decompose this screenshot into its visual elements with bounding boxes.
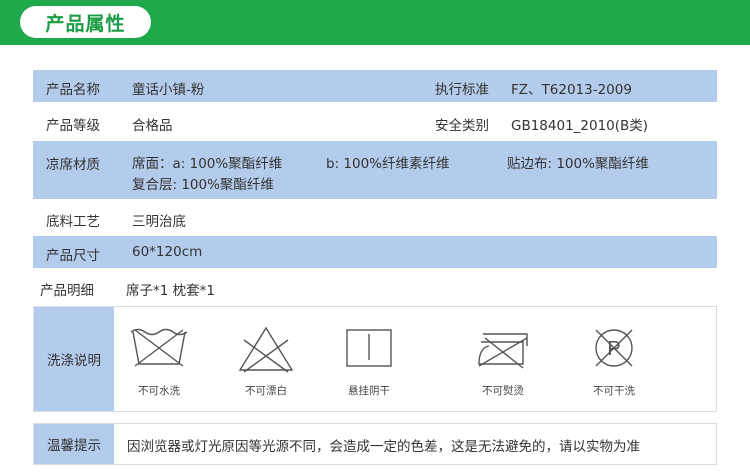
row-details: 产品明细 席子*1 枕套*1 <box>33 270 717 304</box>
label-material: 凉席材质 <box>46 157 100 173</box>
care-caption: 不可熨烫 <box>482 385 524 397</box>
label-grade: 产品等级 <box>46 118 100 134</box>
care-item-no-iron: 不可熨烫 <box>458 307 548 411</box>
value-craft: 三明治底 <box>132 214 186 230</box>
label-details: 产品明细 <box>40 283 94 299</box>
value-material-composite: 复合层: 100%聚酯纤维 <box>132 177 274 193</box>
section-title-pill: 产品属性 <box>20 6 151 38</box>
value-grade: 合格品 <box>132 118 173 134</box>
care-caption: 不可干洗 <box>593 385 635 397</box>
no-dry-clean-icon: P <box>595 329 633 367</box>
header-bar: 产品属性 <box>0 0 750 45</box>
value-material-b: b: 100%纤维素纤维 <box>326 156 450 172</box>
label-size: 产品尺寸 <box>46 248 100 264</box>
wash-label-text: 洗涤说明 <box>47 353 101 369</box>
notice-text: 因浏览器或灯光原因等光源不同，会造成一定的色差，这是无法避免的，请以实物为准 <box>127 439 640 455</box>
row-name: 产品名称 童话小镇-粉 执行标准 FZ、T62013-2009 <box>33 70 717 102</box>
no-iron-icon <box>478 333 528 369</box>
svg-text:P: P <box>607 338 620 360</box>
hang-dry-shade-icon <box>346 329 392 367</box>
care-caption: 悬挂阴干 <box>348 385 390 397</box>
no-wash-icon <box>130 328 188 367</box>
notice-label: 温馨提示 <box>34 424 114 464</box>
care-item-no-dry-clean: P 不可干洗 <box>569 307 659 411</box>
value-safety: GB18401_2010(B类) <box>511 118 649 134</box>
label-standard: 执行标准 <box>435 82 489 98</box>
care-item-hang-dry: 悬挂阴干 <box>324 307 414 411</box>
value-material-surface: 席面：a: 100%聚酯纤维 <box>132 156 283 172</box>
notice-label-text: 温馨提示 <box>47 438 101 454</box>
value-standard: FZ、T62013-2009 <box>511 82 632 98</box>
value-details: 席子*1 枕套*1 <box>126 283 215 299</box>
value-size: 60*120cm <box>132 244 203 260</box>
care-item-no-bleach: 不可漂白 <box>221 307 311 411</box>
care-caption: 不可漂白 <box>245 385 287 397</box>
row-size: 产品尺寸 60*120cm <box>33 236 717 268</box>
label-craft: 底料工艺 <box>46 214 100 230</box>
no-bleach-icon <box>238 326 294 373</box>
label-safety: 安全类别 <box>435 118 489 134</box>
notice-panel: 温馨提示 因浏览器或灯光原因等光源不同，会造成一定的色差，这是无法避免的，请以实… <box>33 423 717 465</box>
value-name: 童话小镇-粉 <box>132 82 205 98</box>
label-name: 产品名称 <box>46 82 100 98</box>
wash-instructions-panel: 洗涤说明 不可水洗 不可漂白 悬挂阴干 不可熨烫 P 不可干洗 <box>33 306 717 412</box>
section-title: 产品属性 <box>45 12 126 35</box>
wash-label: 洗涤说明 <box>34 307 114 411</box>
care-caption: 不可水洗 <box>138 385 180 397</box>
care-item-no-wash: 不可水洗 <box>114 307 204 411</box>
row-craft: 底料工艺 三明治底 <box>33 201 717 234</box>
row-material: 凉席材质 席面：a: 100%聚酯纤维 b: 100%纤维素纤维 贴边布: 10… <box>33 141 717 199</box>
value-material-edging: 贴边布: 100%聚酯纤维 <box>507 156 649 172</box>
row-grade: 产品等级 合格品 安全类别 GB18401_2010(B类) <box>33 104 717 139</box>
